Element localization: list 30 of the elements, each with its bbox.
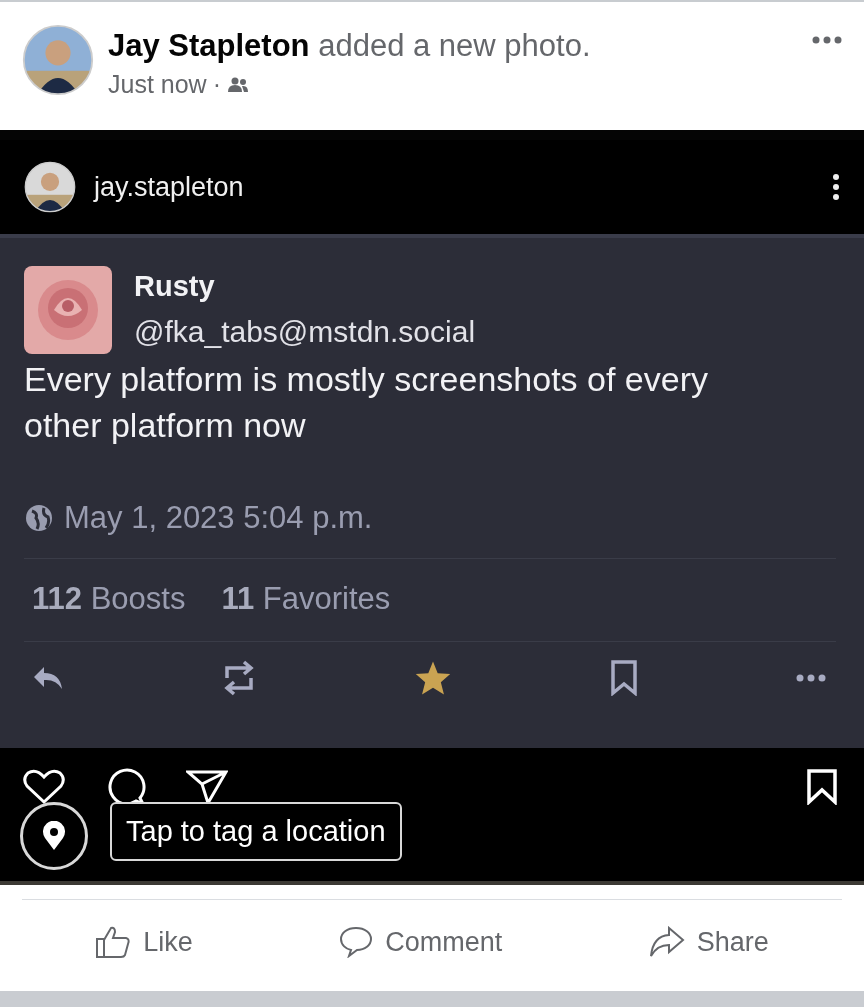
comment-button[interactable]: Comment bbox=[329, 920, 513, 964]
post-headline: Jay Stapleton added a new photo. bbox=[108, 28, 592, 64]
more-icon[interactable] bbox=[832, 173, 840, 201]
bookmark-icon[interactable] bbox=[610, 660, 638, 696]
thumbs-up-icon bbox=[95, 925, 132, 959]
share-button[interactable]: Share bbox=[638, 920, 779, 964]
globe-icon bbox=[24, 503, 54, 533]
toot-handle: @fka_tabs@mstdn.social bbox=[134, 315, 476, 349]
toot-date: May 1, 2023 5:04 p.m. bbox=[64, 500, 373, 536]
speech-bubble-icon bbox=[339, 926, 374, 958]
paper-plane-icon[interactable] bbox=[186, 769, 228, 805]
reply-icon[interactable] bbox=[32, 665, 64, 691]
share-arrow-icon bbox=[648, 926, 685, 958]
people-icon bbox=[227, 76, 249, 93]
favorites-count[interactable]: 11 Favorites bbox=[221, 581, 391, 617]
location-tooltip: Tap to tag a location bbox=[110, 802, 402, 861]
location-pin-icon bbox=[42, 821, 66, 851]
star-icon[interactable] bbox=[414, 660, 452, 696]
toot-author-name: Rusty bbox=[134, 270, 216, 303]
separator: · bbox=[212, 70, 221, 99]
location-button[interactable] bbox=[20, 802, 88, 870]
boost-icon[interactable] bbox=[222, 660, 256, 696]
heart-icon[interactable] bbox=[22, 769, 66, 805]
more-icon[interactable] bbox=[796, 674, 826, 682]
boosts-count[interactable]: 112 Boosts bbox=[32, 581, 186, 617]
instagram-avatar bbox=[24, 161, 76, 213]
instagram-username: jay.stapleton bbox=[94, 171, 245, 203]
toot-text: Every platform is mostly screenshots of every other platform now bbox=[24, 359, 709, 446]
like-button[interactable]: Like bbox=[85, 919, 203, 965]
post-time: Just now bbox=[108, 70, 207, 99]
